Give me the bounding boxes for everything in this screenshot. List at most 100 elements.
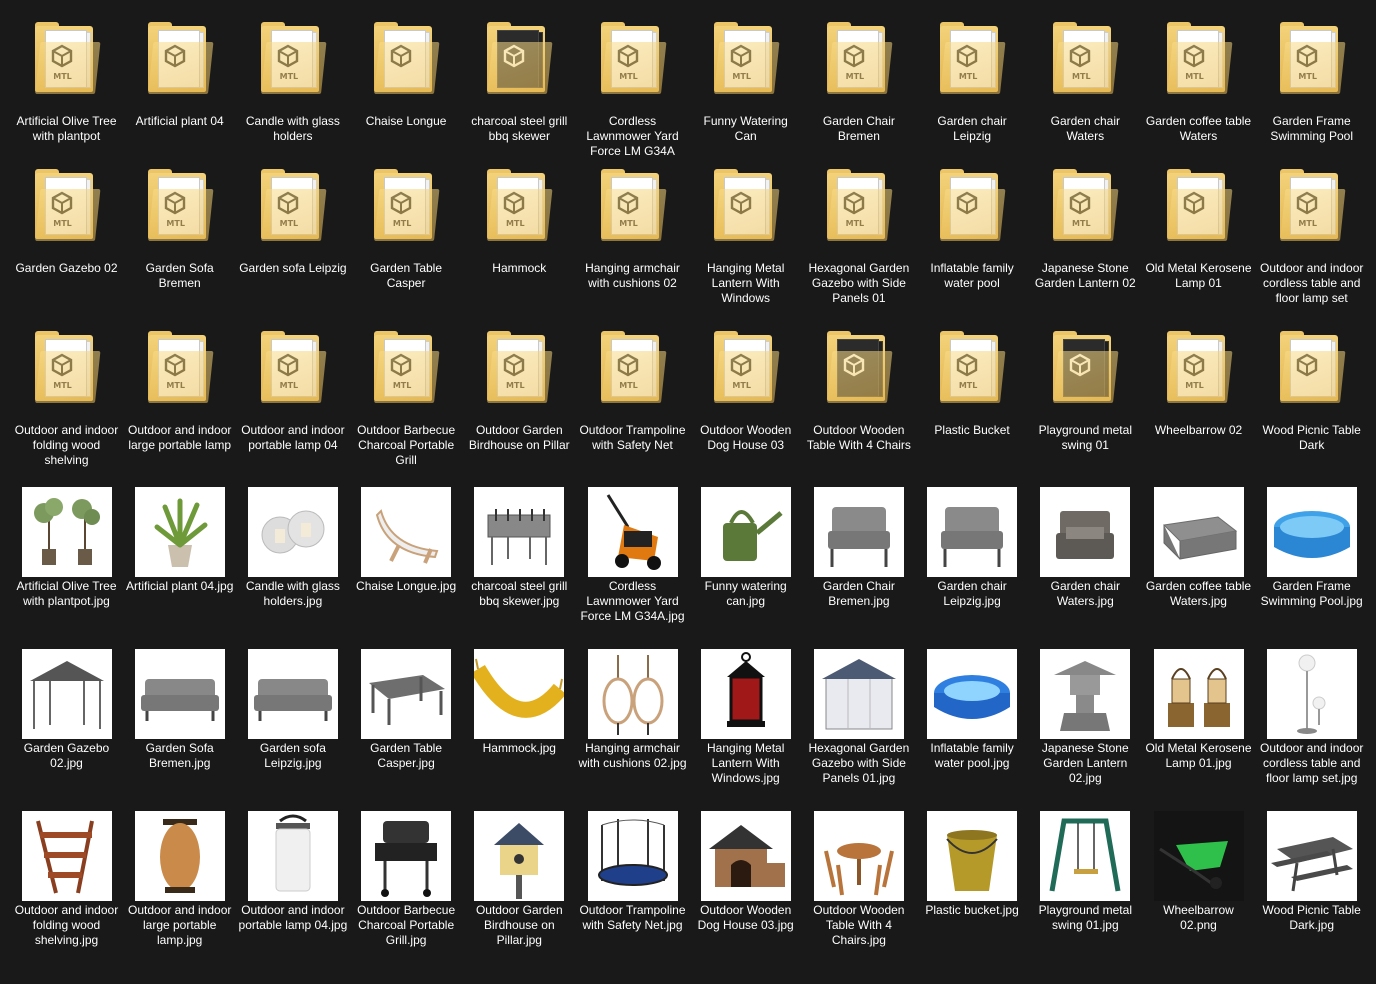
table-chairs-icon [823,843,894,896]
image-file-item[interactable]: Hammock.jpg [463,647,576,756]
folder-icon: MTL [1166,331,1232,403]
image-file-item[interactable]: charcoal steel grill bbq skewer.jpg [463,485,576,609]
image-file-item[interactable]: Cordless Lawnmower Yard Force LM G34A.jp… [576,485,689,624]
folder-item[interactable]: MTL Hammock [463,167,576,276]
image-file-item[interactable]: Outdoor and indoor cordless table and fl… [1255,647,1368,786]
folder-item[interactable]: MTL Candle with glass holders [236,20,349,144]
image-file-item[interactable]: Garden sofa Leipzig.jpg [236,647,349,771]
file-name-label: Old Metal Kerosene Lamp 01.jpg [1145,741,1252,770]
folder-item[interactable]: MTL Garden Sofa Bremen [123,167,236,291]
folder-item[interactable]: MTL Wheelbarrow 02 [1142,329,1255,438]
folder-icon [1166,169,1232,241]
folder-item[interactable]: MTL Japanese Stone Garden Lantern 02 [1029,167,1142,291]
folder-item[interactable]: Wood Picnic Table Dark [1255,329,1368,453]
image-file-item[interactable]: Garden Frame Swimming Pool.jpg [1255,485,1368,609]
image-thumbnail [1039,809,1131,901]
image-file-item[interactable]: Garden chair Leipzig.jpg [916,485,1029,609]
folder-thumbnail: MTL [360,329,452,421]
image-file-item[interactable]: Outdoor Trampoline with Safety Net.jpg [576,809,689,933]
folder-item[interactable]: Artificial plant 04 [123,20,236,129]
image-file-item[interactable]: Outdoor and indoor large portable lamp.j… [123,809,236,948]
image-file-item[interactable]: Outdoor and indoor portable lamp 04.jpg [236,809,349,933]
folder-icon [713,169,780,241]
folder-item[interactable]: Chaise Longue [350,20,463,129]
image-file-item[interactable]: Inflatable family water pool.jpg [916,647,1029,771]
folder-icon: MTL [260,169,327,241]
file-name-label: Garden Sofa Bremen.jpg [145,741,214,770]
image-file-item[interactable]: Plastic bucket.jpg [916,809,1029,918]
folder-item[interactable]: MTL Hexagonal Garden Gazebo with Side Pan… [802,167,915,306]
folder-item[interactable]: Old Metal Kerosene Lamp 01 [1142,167,1255,291]
image-file-item[interactable]: Outdoor and indoor folding wood shelving… [10,809,123,948]
folder-item[interactable]: MTL Garden Table Casper [350,167,463,291]
folder-item[interactable]: MTL Outdoor and indoor cordless table and… [1255,167,1368,306]
image-file-item[interactable]: Outdoor Wooden Dog House 03.jpg [689,809,802,933]
image-thumbnail [813,647,905,739]
folder-item[interactable]: MTL Cordless Lawnmower Yard Force LM G34A [576,20,689,159]
image-file-item[interactable]: Hexagonal Garden Gazebo with Side Panels… [802,647,915,786]
image-file-item[interactable]: Wood Picnic Table Dark.jpg [1255,809,1368,933]
folder-item[interactable]: MTL Artificial Olive Tree with plantpot [10,20,123,144]
wicker-chair-icon [1056,511,1115,559]
image-file-item[interactable]: Artificial Olive Tree with plantpot.jpg [10,485,123,609]
folder-icon: MTL [600,331,666,403]
folder-icon: MTL [260,331,327,403]
image-file-item[interactable]: Candle with glass holders.jpg [236,485,349,609]
folder-item[interactable]: MTL Garden coffee table Waters [1142,20,1255,144]
folder-item[interactable]: MTL Garden chair Leipzig [916,20,1029,144]
folder-icon: MTL [374,331,440,403]
image-thumbnail [360,647,452,739]
file-name-label: Garden chair Leipzig [937,114,1007,143]
folder-item[interactable]: MTL Outdoor Barbecue Charcoal Portable Gr… [350,329,463,468]
image-file-item[interactable]: Old Metal Kerosene Lamp 01.jpg [1142,647,1255,771]
folder-item[interactable]: charcoal steel grill bbq skewer [463,20,576,144]
image-file-item[interactable]: Funny watering can.jpg [689,485,802,609]
folder-item[interactable]: MTL Outdoor and indoor portable lamp 04 [236,329,349,453]
file-name-label: Old Metal Kerosene Lamp 01 [1145,261,1252,290]
folder-item[interactable]: Outdoor Wooden Table With 4 Chairs [802,329,915,453]
image-file-item[interactable]: Chaise Longue.jpg [350,485,463,594]
image-file-item[interactable]: Garden Gazebo 02.jpg [10,647,123,771]
folder-item[interactable]: MTL Garden sofa Leipzig [236,167,349,276]
picnic-table-icon [1270,837,1353,892]
folder-item[interactable]: MTL Outdoor Garden Birdhouse on Pillar [463,329,576,453]
image-file-item[interactable]: Garden Sofa Bremen.jpg [123,647,236,771]
image-file-item[interactable]: Garden Table Casper.jpg [350,647,463,771]
folder-icon: MTL [826,22,893,94]
image-file-item[interactable]: Hanging armchair with cushions 02.jpg [576,647,689,771]
folder-item[interactable]: MTL Funny Watering Can [689,20,802,144]
image-file-item[interactable]: Hanging Metal Lantern With Windows.jpg [689,647,802,786]
image-thumbnail [1266,485,1358,577]
image-file-item[interactable]: Artificial plant 04.jpg [123,485,236,594]
image-file-item[interactable]: Playground metal swing 01.jpg [1029,809,1142,933]
folder-item[interactable]: MTL Outdoor Wooden Dog House 03 [689,329,802,453]
folder-item[interactable]: MTL Garden Chair Bremen [802,20,915,144]
folder-item[interactable]: MTL Hanging armchair with cushions 02 [576,167,689,291]
folder-item[interactable]: MTL Garden Gazebo 02 [10,167,123,276]
image-thumbnail [247,485,339,577]
image-file-item[interactable]: Garden chair Waters.jpg [1029,485,1142,609]
folder-item[interactable]: MTL Garden Frame Swimming Pool [1255,20,1368,144]
folder-item[interactable]: Hanging Metal Lantern With Windows [689,167,802,306]
image-thumbnail [1153,647,1245,739]
folder-item[interactable]: MTL Garden chair Waters [1029,20,1142,144]
image-file-item[interactable]: Garden coffee table Waters.jpg [1142,485,1255,609]
file-name-label: Wood Picnic Table Dark.jpg [1262,903,1361,932]
image-file-item[interactable]: Outdoor Barbecue Charcoal Portable Grill… [350,809,463,948]
image-file-item[interactable]: Wheelbarrow 02.png [1142,809,1255,933]
folder-item[interactable]: Playground metal swing 01 [1029,329,1142,453]
dog-house-icon [708,825,785,887]
file-name-label: Hexagonal Garden Gazebo with Side Panels… [808,741,910,785]
folder-item[interactable]: Inflatable family water pool [916,167,1029,291]
image-file-item[interactable]: Japanese Stone Garden Lantern 02.jpg [1029,647,1142,786]
folder-item[interactable]: MTL Plastic Bucket [916,329,1029,438]
folder-item[interactable]: MTL Outdoor and indoor large portable lam… [123,329,236,453]
image-file-item[interactable]: Outdoor Wooden Table With 4 Chairs.jpg [802,809,915,948]
image-file-item[interactable]: Garden Chair Bremen.jpg [802,485,915,609]
image-file-item[interactable]: Outdoor Garden Birdhouse on Pillar.jpg [463,809,576,948]
file-name-label: Artificial plant 04 [135,114,224,128]
folder-item[interactable]: MTL Outdoor Trampoline with Safety Net [576,329,689,453]
file-name-label: Artificial plant 04.jpg [125,579,234,593]
file-name-label: Hanging Metal Lantern With Windows [706,261,785,305]
folder-item[interactable]: MTL Outdoor and indoor folding wood shelv… [10,329,123,468]
